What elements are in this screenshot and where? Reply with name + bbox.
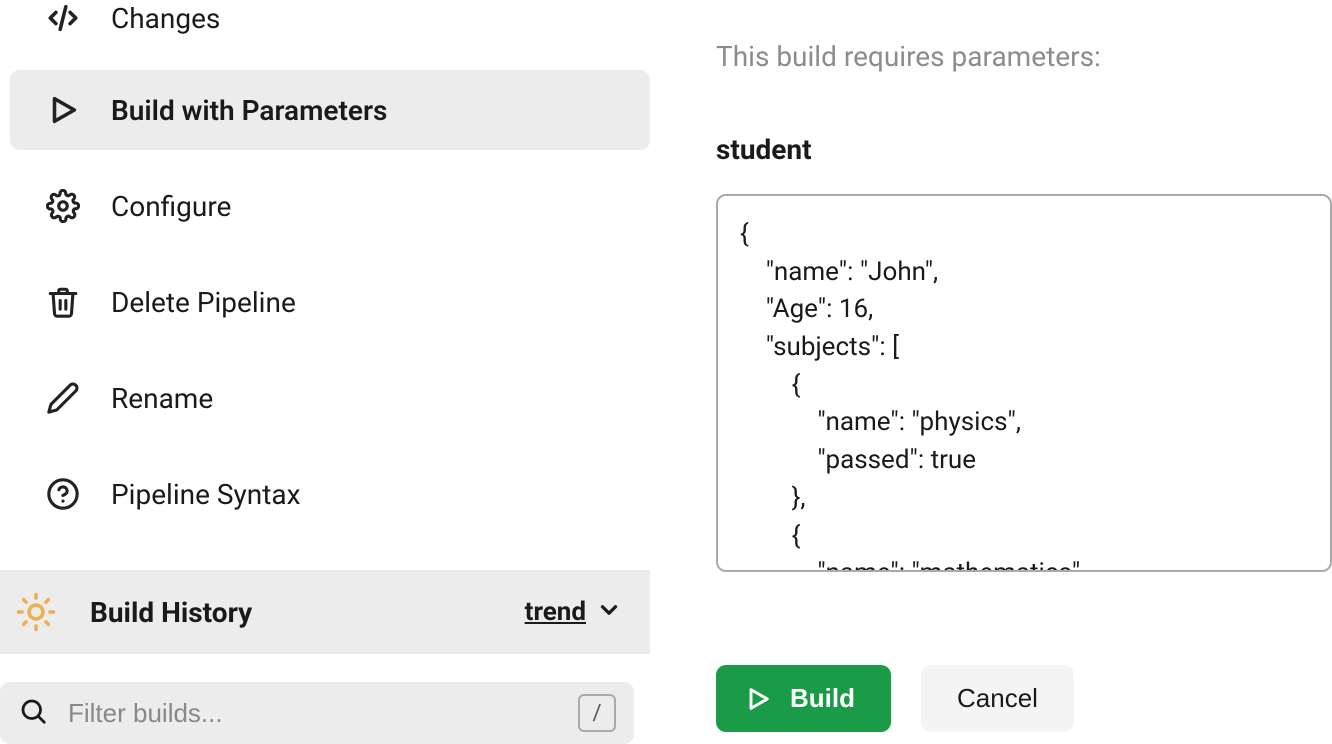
sidebar-item-label: Configure [111, 190, 231, 223]
search-icon [18, 696, 48, 730]
sidebar-item-configure[interactable]: Configure [10, 166, 650, 246]
build-history-panel: Build History trend [0, 570, 650, 654]
sidebar-item-changes[interactable]: Changes [10, 0, 650, 54]
parameter-name-label: student [716, 133, 1332, 166]
action-buttons: Build Cancel [716, 665, 1074, 732]
build-button-label: Build [790, 683, 855, 714]
sidebar-item-label: Changes [111, 2, 220, 35]
parameters-heading: This build requires parameters: [716, 40, 1332, 73]
keyboard-shortcut-badge: / [578, 694, 616, 732]
sidebar-item-label: Pipeline Syntax [111, 478, 301, 511]
sidebar-item-rename[interactable]: Rename [10, 358, 650, 438]
pencil-icon [45, 380, 81, 416]
filter-builds-input[interactable] [68, 698, 558, 729]
build-history-title: Build History [90, 596, 525, 629]
sidebar-item-label: Rename [111, 382, 213, 415]
chevron-down-icon[interactable] [596, 597, 622, 627]
trash-icon [45, 284, 81, 320]
sidebar-item-delete-pipeline[interactable]: Delete Pipeline [10, 262, 650, 342]
gear-icon [45, 188, 81, 224]
help-icon [45, 476, 81, 512]
sidebar: Changes Build with Parameters Configure [0, 0, 650, 742]
build-button[interactable]: Build [716, 665, 891, 732]
cancel-button[interactable]: Cancel [921, 665, 1074, 732]
sun-icon [12, 588, 60, 636]
sidebar-item-label: Build with Parameters [111, 94, 387, 127]
sidebar-item-pipeline-syntax[interactable]: Pipeline Syntax [10, 454, 650, 534]
main-content: This build requires parameters: student … [650, 0, 1332, 742]
filter-builds-row: / [0, 682, 634, 744]
code-icon [45, 0, 81, 36]
trend-link[interactable]: trend [525, 597, 586, 627]
sidebar-item-build-with-parameters[interactable]: Build with Parameters [10, 70, 650, 150]
parameter-value-textarea[interactable] [716, 194, 1332, 572]
cancel-button-label: Cancel [957, 683, 1038, 713]
sidebar-item-label: Delete Pipeline [111, 286, 296, 319]
play-icon [45, 92, 81, 128]
